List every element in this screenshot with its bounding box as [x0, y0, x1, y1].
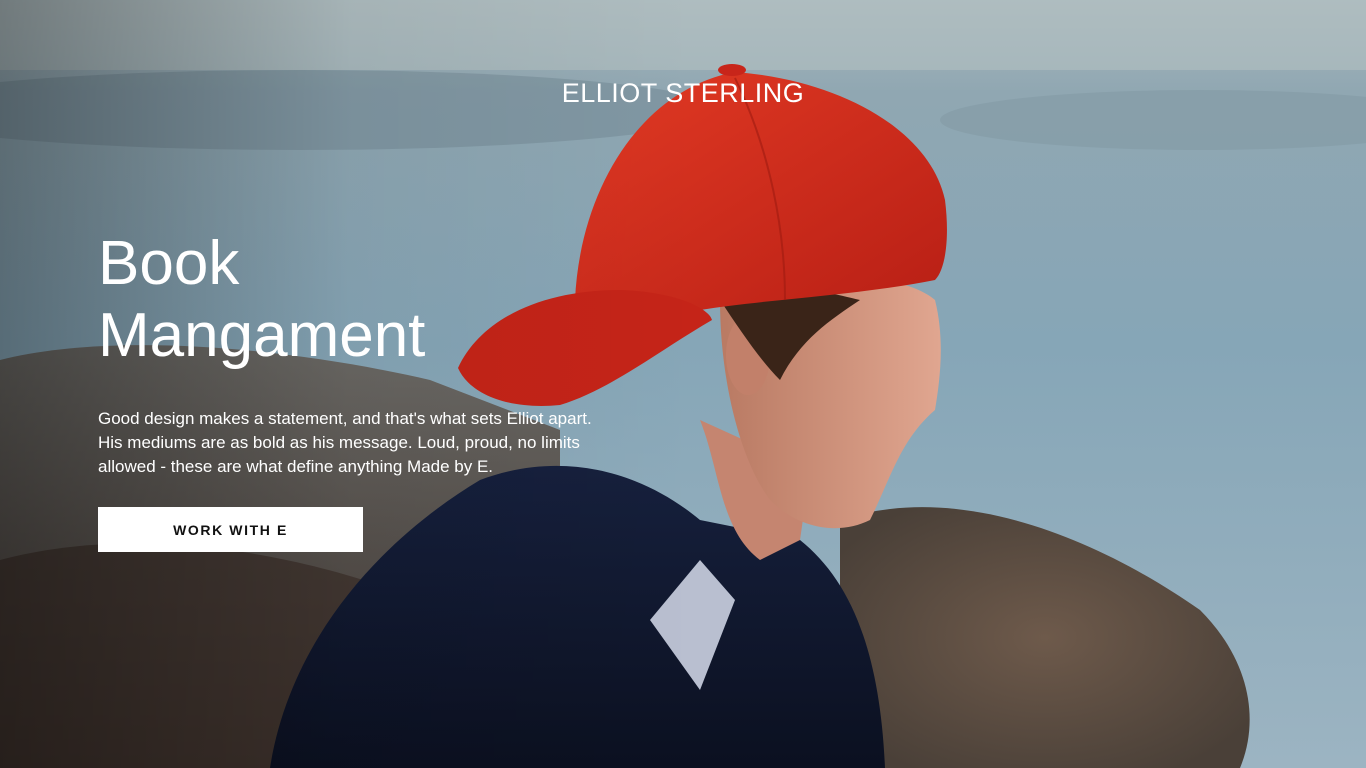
hero-section: ELLIOT STERLING Book Mangament Good desi…: [0, 0, 1366, 768]
site-title[interactable]: ELLIOT STERLING: [0, 78, 1366, 109]
hero-background-photo: [0, 0, 1366, 768]
hero-headline-line1: Book: [98, 229, 240, 298]
hero-headline: Book Mangament: [98, 228, 425, 372]
hero-description: Good design makes a statement, and that'…: [98, 409, 592, 476]
hero-headline-line2: Mangament: [98, 301, 426, 370]
work-with-e-button[interactable]: WORK WITH E: [98, 507, 363, 552]
